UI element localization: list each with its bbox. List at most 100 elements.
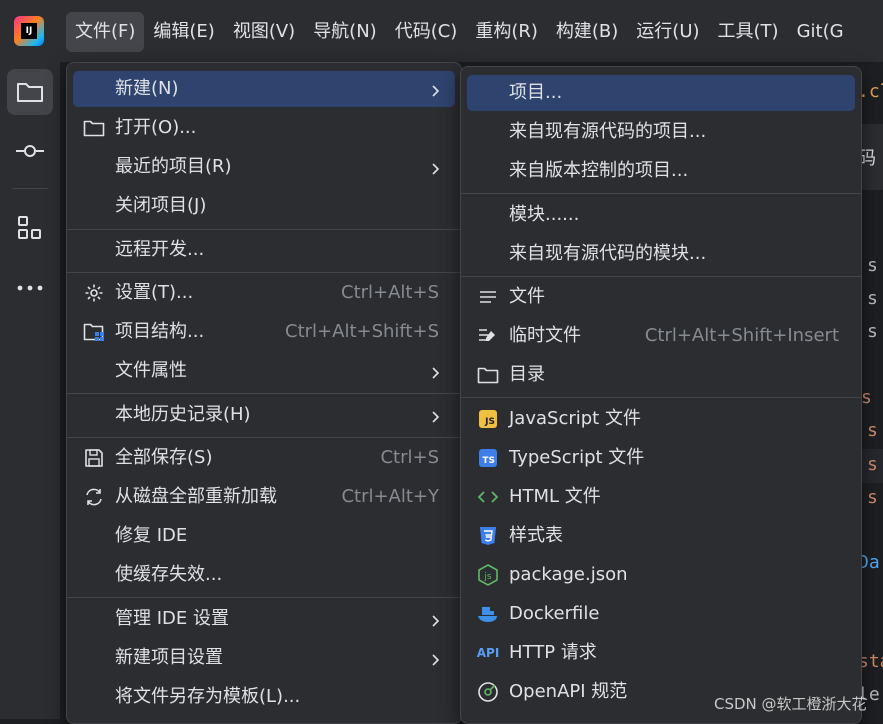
- menu-item-reload-all[interactable]: 从磁盘全部重新加载 Ctrl+Alt+Y: [73, 479, 455, 515]
- menu-item-save-all[interactable]: 全部保存(S) Ctrl+S: [73, 440, 455, 476]
- chevron-right-icon: [431, 408, 441, 429]
- intellij-idea-logo[interactable]: IJ: [14, 16, 44, 46]
- submenu-item-project-from-sources[interactable]: 来自现有源代码的项目...: [467, 114, 855, 150]
- submenu-item-file[interactable]: 文件: [467, 279, 855, 315]
- submenu-item-module-from-sources[interactable]: 来自现有源代码的模块...: [467, 236, 855, 272]
- logo-text: IJ: [21, 23, 37, 39]
- menu-item-label: 管理 IDE 设置: [115, 608, 229, 629]
- menu-item-recent-projects[interactable]: 最近的项目(R): [73, 149, 455, 185]
- project-folder-icon[interactable]: [7, 69, 53, 115]
- submenu-item-html-file[interactable]: HTML 文件: [467, 479, 855, 515]
- menu-item-label: 打开(O)...: [115, 117, 197, 138]
- menu-item-label: package.json: [509, 564, 628, 585]
- menu-item-label: 全部保存(S): [115, 447, 213, 468]
- file-icon: [477, 286, 499, 308]
- menu-item-label: 设置(T)...: [115, 282, 194, 303]
- code-fragment: s: [867, 255, 878, 276]
- menu-item-label: 文件: [509, 286, 545, 307]
- chevron-right-icon: [431, 82, 441, 103]
- menu-navigate[interactable]: 导航(N): [304, 12, 386, 52]
- menu-separator: [67, 393, 461, 394]
- menu-item-label: 项目...: [509, 82, 563, 103]
- submenu-item-module[interactable]: 模块......: [467, 197, 855, 233]
- submenu-item-package-json[interactable]: js package.json: [467, 557, 855, 593]
- commit-icon[interactable]: [7, 128, 53, 174]
- menu-item-label: 样式表: [509, 525, 563, 546]
- menu-item-manage-ide-settings[interactable]: 管理 IDE 设置: [73, 601, 455, 637]
- menu-item-label: 关闭项目(J): [115, 195, 207, 216]
- menu-item-label: 目录: [509, 364, 545, 385]
- submenu-item-directory[interactable]: 目录: [467, 357, 855, 393]
- menu-item-local-history[interactable]: 本地历史记录(H): [73, 397, 455, 433]
- chevron-right-icon: [431, 651, 441, 672]
- typescript-icon: TS: [477, 447, 499, 469]
- menu-item-invalidate-caches[interactable]: 使缓存失效...: [73, 557, 455, 593]
- menu-view[interactable]: 视图(V): [224, 12, 304, 52]
- menu-item-label: 来自现有源代码的项目...: [509, 121, 707, 142]
- css-icon: [477, 525, 499, 547]
- structure-icon[interactable]: [7, 205, 53, 251]
- docker-icon: [477, 603, 499, 625]
- menu-item-label: 使缓存失效...: [115, 564, 223, 585]
- submenu-item-stylesheet[interactable]: 样式表: [467, 518, 855, 554]
- menu-item-close-project[interactable]: 关闭项目(J): [73, 188, 455, 224]
- submenu-item-dockerfile[interactable]: Dockerfile: [467, 596, 855, 632]
- menu-item-label: 本地历史记录(H): [115, 404, 251, 425]
- title-bar: IJ 文件(F) 编辑(E) 视图(V) 导航(N) 代码(C) 重构(R) 构…: [0, 0, 883, 62]
- menu-item-file-properties[interactable]: 文件属性: [73, 353, 455, 389]
- menu-item-shortcut: Ctrl+Alt+Shift+Insert: [644, 325, 839, 346]
- menu-item-new-project-settings[interactable]: 新建项目设置: [73, 640, 455, 676]
- menu-item-repair-ide[interactable]: 修复 IDE: [73, 518, 455, 554]
- menu-build[interactable]: 构建(B): [547, 12, 627, 52]
- html-icon: [477, 486, 499, 508]
- svg-text:js: js: [483, 572, 492, 582]
- menu-item-label: TypeScript 文件: [509, 447, 645, 468]
- menu-item-label: 新建项目设置: [115, 647, 223, 668]
- menu-git[interactable]: Git(G: [788, 12, 853, 52]
- menu-separator: [67, 597, 461, 598]
- code-fragment: s: [867, 288, 878, 309]
- submenu-item-typescript-file[interactable]: TS TypeScript 文件: [467, 440, 855, 476]
- submenu-item-http-request[interactable]: API HTTP 请求: [467, 635, 855, 671]
- menu-item-label: 修复 IDE: [115, 525, 188, 546]
- submenu-item-javascript-file[interactable]: JS JavaScript 文件: [467, 401, 855, 437]
- project-structure-icon: [83, 321, 105, 343]
- menu-code[interactable]: 代码(C): [386, 12, 467, 52]
- submenu-item-scratch-file[interactable]: 临时文件 Ctrl+Alt+Shift+Insert: [467, 318, 855, 354]
- code-fragment: s: [867, 454, 878, 475]
- code-fragment: s: [861, 387, 872, 408]
- menu-refactor[interactable]: 重构(R): [466, 12, 547, 52]
- menu-item-settings[interactable]: 设置(T)... Ctrl+Alt+S: [73, 275, 455, 311]
- file-menu: 新建(N) 打开(O)... 最近的项目(R) 关闭项目(J) 远程开发... …: [66, 62, 462, 724]
- submenu-item-project[interactable]: 项目...: [467, 75, 855, 111]
- menu-item-remote-dev[interactable]: 远程开发...: [73, 232, 455, 268]
- code-fragment: s: [867, 487, 878, 508]
- menu-separator: [461, 276, 861, 277]
- menu-item-new[interactable]: 新建(N): [73, 71, 455, 107]
- more-tools-icon[interactable]: [7, 265, 53, 311]
- menu-item-label: 来自版本控制的项目...: [509, 160, 689, 181]
- menu-tools[interactable]: 工具(T): [709, 12, 788, 52]
- reload-icon: [83, 486, 105, 508]
- menu-edit[interactable]: 编辑(E): [144, 12, 223, 52]
- code-fragment: s: [867, 321, 878, 342]
- menu-item-label: 模块......: [509, 204, 580, 225]
- menu-item-label: Dockerfile: [509, 603, 600, 624]
- menu-item-open[interactable]: 打开(O)...: [73, 110, 455, 146]
- watermark: CSDN @软工橙浙大花: [714, 695, 867, 713]
- menu-run[interactable]: 运行(U): [627, 12, 708, 52]
- menu-separator: [461, 397, 861, 398]
- main-menubar: 文件(F) 编辑(E) 视图(V) 导航(N) 代码(C) 重构(R) 构建(B…: [66, 12, 853, 52]
- chevron-right-icon: [431, 612, 441, 633]
- javascript-icon: JS: [477, 408, 499, 430]
- menu-item-label: 将文件另存为模板(L)...: [115, 686, 301, 707]
- menu-separator: [461, 193, 861, 194]
- chevron-right-icon: [431, 160, 441, 181]
- menu-item-project-structure[interactable]: 项目结构... Ctrl+Alt+Shift+S: [73, 314, 455, 350]
- submenu-item-project-from-vcs[interactable]: 来自版本控制的项目...: [467, 153, 855, 189]
- menu-file[interactable]: 文件(F): [66, 12, 145, 52]
- menu-item-label: HTTP 请求: [509, 642, 597, 663]
- menu-item-label: HTML 文件: [509, 486, 601, 507]
- menu-item-save-as-template[interactable]: 将文件另存为模板(L)...: [73, 679, 455, 715]
- folder-icon: [477, 364, 499, 386]
